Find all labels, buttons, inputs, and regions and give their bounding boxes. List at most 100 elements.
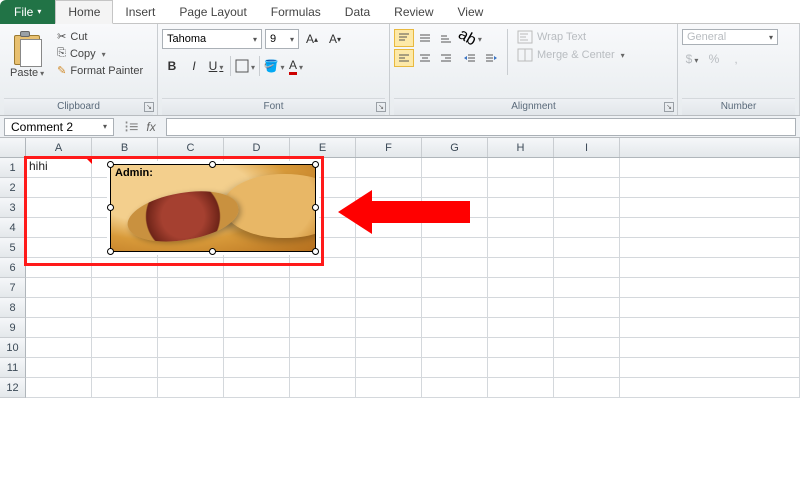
cell[interactable]	[620, 278, 800, 298]
cell[interactable]	[554, 358, 620, 378]
cell[interactable]	[488, 358, 554, 378]
cell[interactable]	[488, 218, 554, 238]
cell[interactable]	[158, 338, 224, 358]
cell[interactable]	[92, 378, 158, 398]
cell[interactable]	[26, 258, 92, 278]
row-header[interactable]: 6	[0, 258, 26, 278]
cell[interactable]	[620, 158, 800, 178]
cell[interactable]	[26, 338, 92, 358]
cell[interactable]	[26, 198, 92, 218]
cell[interactable]	[92, 298, 158, 318]
col-header[interactable]: A	[26, 138, 92, 157]
col-header[interactable]: G	[422, 138, 488, 157]
cell[interactable]	[620, 318, 800, 338]
cell[interactable]	[92, 278, 158, 298]
row-header[interactable]: 5	[0, 238, 26, 258]
cell[interactable]	[620, 378, 800, 398]
cell[interactable]	[422, 178, 488, 198]
row-header[interactable]: 11	[0, 358, 26, 378]
paste-button[interactable]: Paste	[4, 29, 50, 81]
cell[interactable]	[422, 318, 488, 338]
font-size-combo[interactable]: 9▾	[265, 29, 299, 49]
cell[interactable]	[488, 298, 554, 318]
cell[interactable]	[158, 358, 224, 378]
cell[interactable]	[290, 338, 356, 358]
cell[interactable]	[620, 238, 800, 258]
cell[interactable]	[224, 258, 290, 278]
select-all-corner[interactable]	[0, 138, 26, 157]
col-header[interactable]: B	[92, 138, 158, 157]
cell[interactable]	[554, 178, 620, 198]
cell[interactable]	[356, 158, 422, 178]
copy-button[interactable]: ⎘Copy	[54, 46, 146, 61]
tab-page-layout[interactable]: Page Layout	[167, 1, 258, 23]
cell[interactable]	[290, 258, 356, 278]
file-tab[interactable]: File ▾	[0, 0, 55, 24]
col-header[interactable]: H	[488, 138, 554, 157]
font-color-button[interactable]: A	[286, 56, 306, 76]
col-header[interactable]: E	[290, 138, 356, 157]
cell[interactable]	[620, 198, 800, 218]
currency-button[interactable]: $	[682, 49, 702, 69]
cell[interactable]	[290, 298, 356, 318]
cell[interactable]	[92, 358, 158, 378]
cell[interactable]	[224, 338, 290, 358]
formula-bar[interactable]	[166, 118, 796, 136]
col-header[interactable]: C	[158, 138, 224, 157]
row-header[interactable]: 4	[0, 218, 26, 238]
shrink-font-button[interactable]: A▾	[325, 29, 345, 49]
cell[interactable]	[158, 278, 224, 298]
cell[interactable]	[554, 338, 620, 358]
comma-button[interactable]: ,	[726, 49, 746, 69]
cell[interactable]	[488, 318, 554, 338]
cell[interactable]	[554, 378, 620, 398]
cell[interactable]	[92, 258, 158, 278]
row-header[interactable]: 12	[0, 378, 26, 398]
cell[interactable]	[26, 298, 92, 318]
cell[interactable]	[554, 278, 620, 298]
cell[interactable]	[620, 178, 800, 198]
cell[interactable]	[422, 158, 488, 178]
col-header[interactable]: I	[554, 138, 620, 157]
cell[interactable]	[554, 238, 620, 258]
bold-button[interactable]: B	[162, 56, 182, 76]
cell[interactable]	[92, 338, 158, 358]
cell[interactable]	[554, 198, 620, 218]
cell[interactable]	[422, 338, 488, 358]
merge-center-button[interactable]: Merge & Center	[514, 47, 628, 63]
align-center-button[interactable]	[415, 49, 435, 67]
cell[interactable]	[92, 318, 158, 338]
cell[interactable]	[554, 158, 620, 178]
cell[interactable]	[290, 278, 356, 298]
cell[interactable]	[488, 338, 554, 358]
cell[interactable]	[620, 338, 800, 358]
cell[interactable]	[356, 378, 422, 398]
percent-button[interactable]: %	[704, 49, 724, 69]
increase-indent-button[interactable]	[481, 49, 501, 67]
cell[interactable]	[488, 278, 554, 298]
cell[interactable]	[620, 218, 800, 238]
row-header[interactable]: 2	[0, 178, 26, 198]
cell[interactable]	[224, 358, 290, 378]
cell[interactable]	[488, 198, 554, 218]
cell[interactable]	[488, 378, 554, 398]
decrease-indent-button[interactable]	[460, 49, 480, 67]
cell[interactable]	[26, 238, 92, 258]
cell[interactable]	[26, 278, 92, 298]
row-header[interactable]: 1	[0, 158, 26, 178]
cell[interactable]	[290, 318, 356, 338]
cell[interactable]	[620, 258, 800, 278]
cell[interactable]	[26, 378, 92, 398]
tab-formulas[interactable]: Formulas	[259, 1, 333, 23]
cell[interactable]	[488, 258, 554, 278]
align-middle-button[interactable]	[415, 29, 435, 47]
tab-view[interactable]: View	[446, 1, 496, 23]
tab-data[interactable]: Data	[333, 1, 382, 23]
cell[interactable]	[26, 318, 92, 338]
cell[interactable]	[158, 258, 224, 278]
clipboard-dialog-launcher[interactable]: ↘	[144, 102, 154, 112]
grow-font-button[interactable]: A▴	[302, 29, 322, 49]
col-header[interactable]	[620, 138, 800, 157]
italic-button[interactable]: I	[184, 56, 204, 76]
font-dialog-launcher[interactable]: ↘	[376, 102, 386, 112]
